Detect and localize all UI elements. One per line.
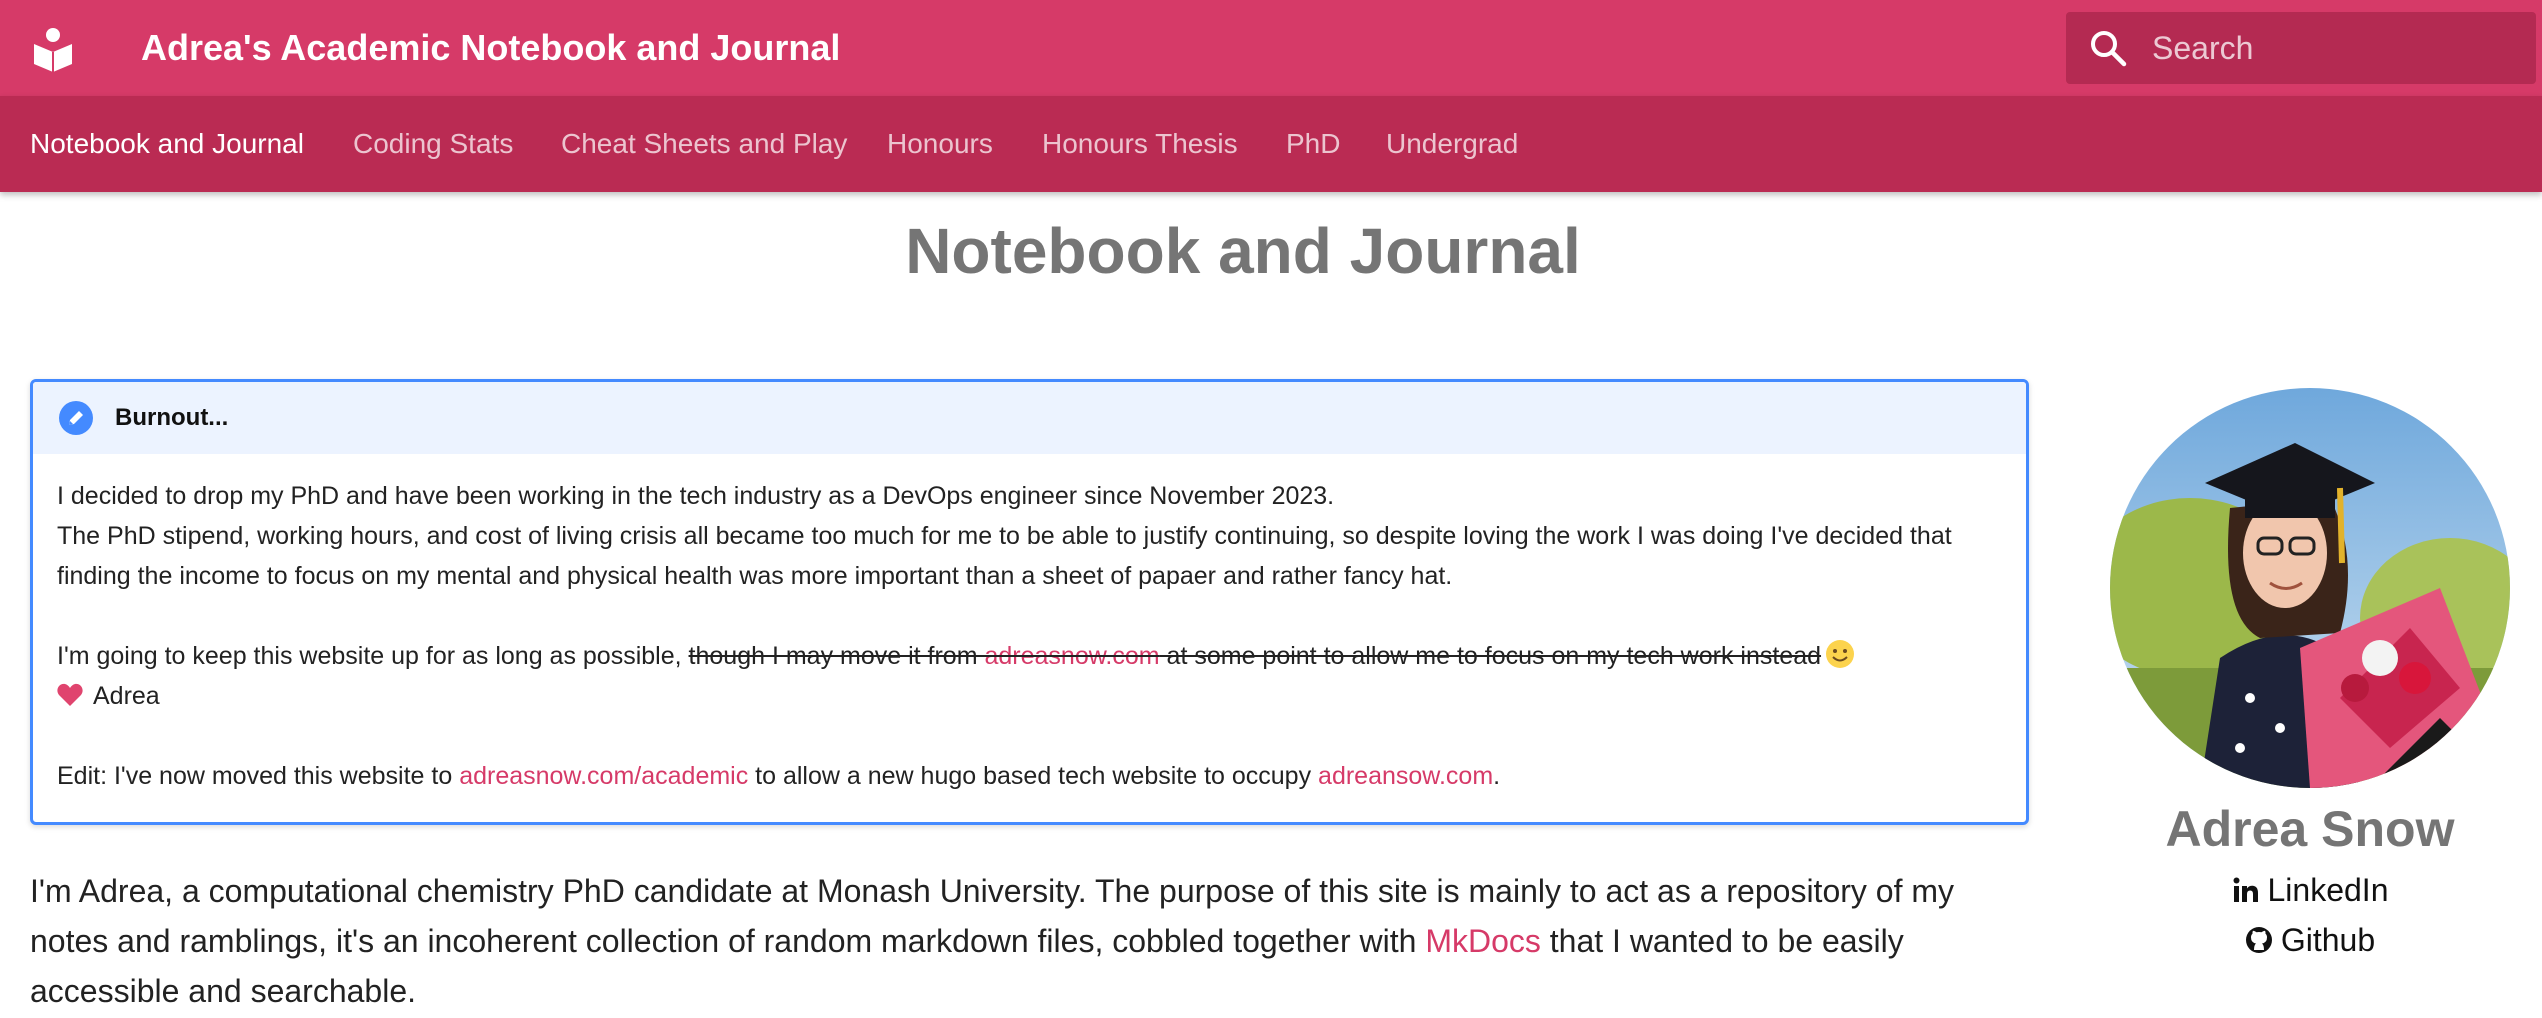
smile-emoji-icon — [1825, 639, 1855, 669]
adreansow-link[interactable]: adreansow.com — [1318, 762, 1493, 790]
tab-cheat-sheets-and-play[interactable]: Cheat Sheets and Play — [561, 96, 847, 192]
signature: Adrea — [93, 682, 160, 710]
intro-paragraph: I'm Adrea, a computational chemistry PhD… — [30, 866, 2020, 1016]
github-label: Github — [2280, 922, 2376, 958]
tab-phd[interactable]: PhD — [1286, 96, 1340, 192]
signature-line: Adrea — [57, 676, 2002, 716]
admonition-header: Burnout... — [33, 382, 2026, 454]
nav-tabs: Notebook and Journal Coding Stats Cheat … — [0, 96, 2542, 192]
tab-honours-thesis[interactable]: Honours Thesis — [1042, 96, 1238, 192]
adreasnow-academic-link[interactable]: adreasnow.com/academic — [459, 762, 748, 790]
site-title[interactable]: Adrea's Academic Notebook and Journal — [141, 0, 840, 96]
edit-text-suffix: . — [1493, 762, 1501, 790]
profile-photo — [2110, 388, 2510, 788]
search-input[interactable] — [2152, 12, 2522, 84]
admonition-body: I decided to drop my PhD and have been w… — [33, 454, 2026, 796]
github-icon — [2245, 927, 2272, 953]
admonition-line: I decided to drop my PhD and have been w… — [57, 482, 1335, 510]
github-link[interactable]: Github — [2050, 922, 2542, 959]
admonition-keep-line: I'm going to keep this website up for as… — [57, 636, 2002, 676]
linkedin-icon — [2233, 877, 2258, 902]
page-title: Notebook and Journal — [905, 215, 1581, 287]
tab-honours[interactable]: Honours — [887, 96, 993, 192]
tab-coding-stats[interactable]: Coding Stats — [353, 96, 513, 192]
tab-undergrad[interactable]: Undergrad — [1386, 96, 1518, 192]
heart-icon — [57, 679, 83, 706]
book-reader-icon[interactable] — [30, 26, 76, 72]
adreasnow-link[interactable]: adreasnow.com — [984, 642, 1159, 670]
profile-name: Adrea Snow — [2165, 801, 2455, 857]
burnout-admonition: Burnout... I decided to drop my PhD and … — [30, 379, 2029, 825]
keep-text: I'm going to keep this website up for as… — [57, 642, 689, 670]
struck-text-before: though I may move it from — [688, 642, 985, 670]
struck-text-after: at some point to allow me to focus on my… — [1159, 642, 1822, 670]
mkdocs-link[interactable]: MkDocs — [1425, 923, 1541, 959]
edit-text: Edit: I've now moved this website to — [57, 762, 460, 790]
edit-line: Edit: I've now moved this website to adr… — [57, 756, 2002, 796]
tab-notebook-and-journal[interactable]: Notebook and Journal — [30, 96, 304, 192]
struck-text: though I may move it from adreasnow.com … — [689, 642, 1822, 670]
search-icon[interactable] — [2088, 28, 2128, 68]
admonition-line: The PhD stipend, working hours, and cost… — [57, 522, 1952, 590]
linkedin-label: LinkedIn — [2267, 872, 2389, 908]
edit-text-middle: to allow a new hugo based tech website t… — [748, 762, 1319, 790]
admonition-title: Burnout... — [115, 404, 229, 431]
pencil-icon — [59, 401, 93, 435]
header-bar: Adrea's Academic Notebook and Journal — [0, 0, 2542, 96]
linkedin-link[interactable]: LinkedIn — [2050, 872, 2542, 909]
search-box[interactable] — [2066, 12, 2536, 84]
